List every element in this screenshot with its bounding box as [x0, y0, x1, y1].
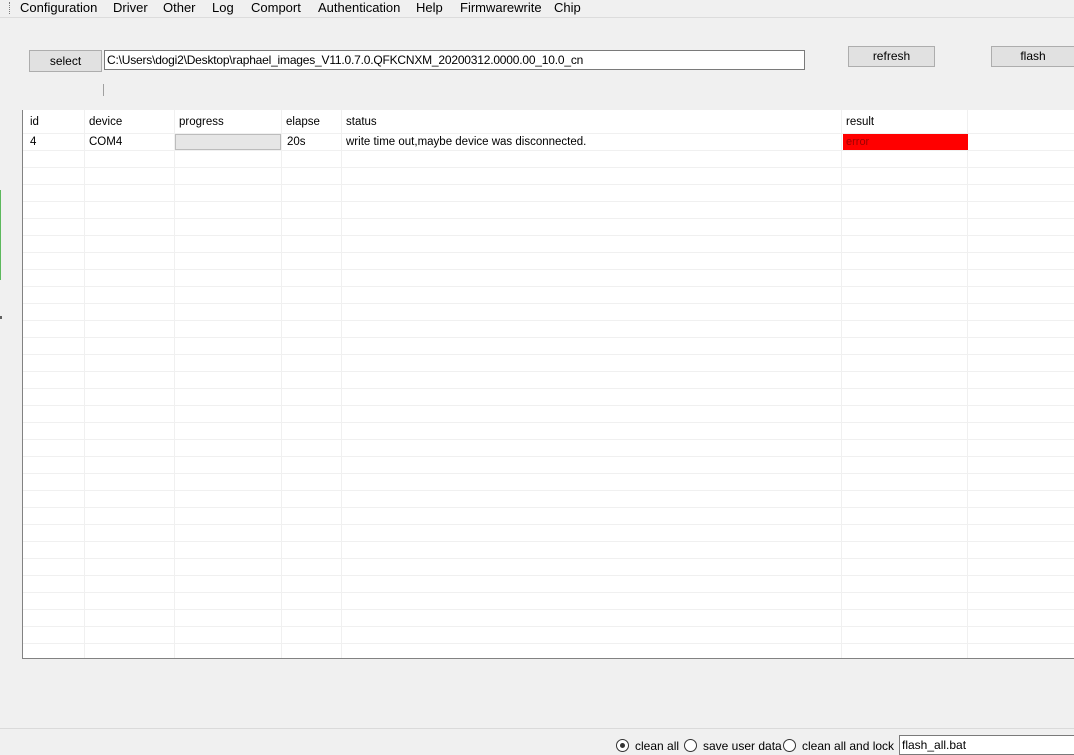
- row-gridline: [23, 524, 1074, 525]
- flash-button[interactable]: flash: [991, 46, 1074, 67]
- header-progress[interactable]: progress: [179, 114, 224, 130]
- refresh-button[interactable]: refresh: [848, 46, 935, 67]
- header-device[interactable]: device: [89, 114, 122, 130]
- row-gridline: [23, 439, 1074, 440]
- select-button[interactable]: select: [29, 50, 102, 72]
- row-gridline: [23, 354, 1074, 355]
- row-gridline: [23, 184, 1074, 185]
- row-gridline: [23, 490, 1074, 491]
- row-gridline: [23, 643, 1074, 644]
- row-gridline: [23, 252, 1074, 253]
- menu-firmwarewrite[interactable]: Firmwarewrite: [460, 0, 542, 16]
- clean-all-label[interactable]: clean all: [635, 739, 679, 753]
- row-gridline: [23, 150, 1074, 151]
- menu-driver[interactable]: Driver: [113, 0, 148, 16]
- clean-all-and-lock-radio[interactable]: [783, 739, 796, 752]
- row-gridline: [23, 371, 1074, 372]
- row-gridline: [23, 558, 1074, 559]
- row-gridline: [23, 167, 1074, 168]
- window-edge-indicator: [0, 190, 1, 280]
- menu-bar: Configuration Driver Other Log Comport A…: [0, 0, 1074, 18]
- menu-chip[interactable]: Chip: [554, 0, 581, 16]
- menu-help[interactable]: Help: [416, 0, 443, 16]
- row-gridline: [23, 456, 1074, 457]
- row-gridline: [23, 218, 1074, 219]
- row-gridline: [23, 269, 1074, 270]
- cell-status: write time out,maybe device was disconne…: [346, 136, 587, 148]
- result-error-badge: error: [843, 134, 968, 150]
- clean-all-and-lock-label[interactable]: clean all and lock: [802, 739, 894, 753]
- row-gridline: [23, 507, 1074, 508]
- row-gridline: [23, 609, 1074, 610]
- row-gridline: [23, 133, 1074, 134]
- header-result[interactable]: result: [846, 114, 874, 130]
- menu-grip: [9, 2, 10, 14]
- row-gridline: [23, 422, 1074, 423]
- row-gridline: [23, 235, 1074, 236]
- header-id[interactable]: id: [30, 114, 39, 130]
- menu-configuration[interactable]: Configuration: [20, 0, 97, 16]
- row-gridline: [23, 405, 1074, 406]
- device-table[interactable]: id device progress elapse status result …: [22, 110, 1074, 659]
- row-gridline: [23, 201, 1074, 202]
- row-gridline: [23, 541, 1074, 542]
- flash-script-input[interactable]: [899, 735, 1074, 755]
- row-gridline: [23, 575, 1074, 576]
- firmware-path-input[interactable]: [104, 50, 805, 70]
- menu-comport[interactable]: Comport: [251, 0, 301, 16]
- save-user-data-radio[interactable]: [684, 739, 697, 752]
- row-gridline: [23, 320, 1074, 321]
- cell-id: 4: [30, 136, 37, 148]
- menu-log[interactable]: Log: [212, 0, 234, 16]
- row-gridline: [23, 626, 1074, 627]
- row-gridline: [23, 592, 1074, 593]
- splitter-mark: [103, 84, 104, 96]
- cell-elapse: 20s: [287, 136, 306, 148]
- clean-all-radio[interactable]: [616, 739, 629, 752]
- row-gridline: [23, 303, 1074, 304]
- row-gridline: [23, 473, 1074, 474]
- header-status[interactable]: status: [346, 114, 377, 130]
- progress-bar: [175, 134, 281, 150]
- save-user-data-label[interactable]: save user data: [703, 739, 782, 753]
- row-gridline: [23, 337, 1074, 338]
- row-gridline: [23, 388, 1074, 389]
- bottom-separator: [0, 728, 1074, 729]
- window-edge-mark: [0, 316, 2, 319]
- header-elapse[interactable]: elapse: [286, 114, 320, 130]
- menu-authentication[interactable]: Authentication: [318, 0, 400, 16]
- row-gridline: [23, 286, 1074, 287]
- menu-other[interactable]: Other: [163, 0, 196, 16]
- cell-device: COM4: [89, 136, 123, 148]
